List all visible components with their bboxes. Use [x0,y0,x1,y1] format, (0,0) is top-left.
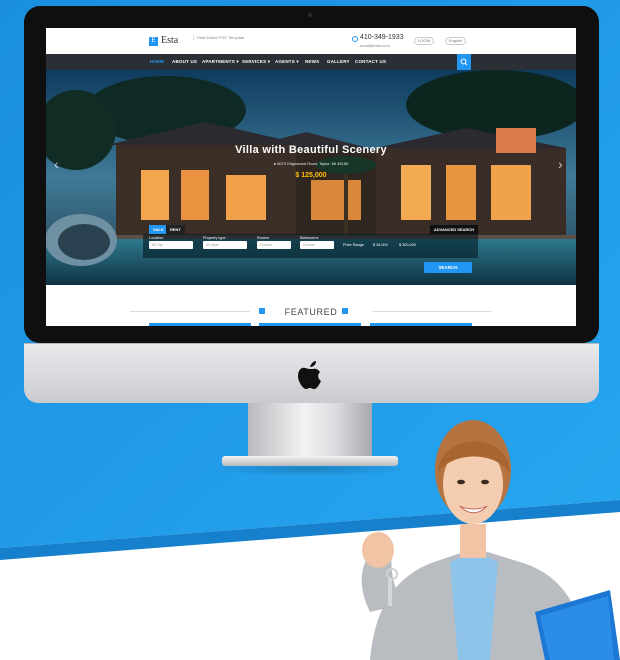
nav-search-button[interactable] [457,54,471,70]
property-type-label: Property type [203,236,226,240]
price-range-label: Price Range [343,243,364,247]
apple-logo-icon [298,361,321,389]
price-min[interactable]: $ 35,000 [373,243,388,247]
nav-item-home[interactable]: HOME [150,59,164,64]
bathrooms-select[interactable]: Choose [300,241,334,249]
agent-with-keys-photo [361,420,620,660]
site-phone[interactable]: 410-349-1933 [360,34,404,41]
search-tab-rent[interactable]: RENT [166,225,185,234]
logo-text[interactable]: Esta [161,35,178,46]
site-nav: HOME ABOUT US APARTMENTS ▾ SERVICES ▾ AG… [46,54,576,70]
featured-card[interactable] [259,323,361,326]
nav-item-about[interactable]: ABOUT US [172,59,197,64]
nav-item-services[interactable]: SERVICES ▾ [242,59,270,65]
property-type-select[interactable]: All Style [203,241,247,249]
hero-address: ● 8070 Edgewood Road, Taylor, MI 48180 [46,161,576,166]
login-button[interactable]: LOGIN [414,37,435,45]
site-email[interactable]: email@esta.com [360,43,390,48]
logo-icon[interactable]: E [149,37,158,46]
website-screen: E Esta Real Estate PSD Template 410-349-… [46,28,576,326]
nav-item-contact[interactable]: CONTACT US [355,59,386,64]
phone-icon [352,36,358,42]
price-max[interactable]: $ 300,000 [399,243,416,247]
search-tab-sale[interactable]: SALE [149,225,168,234]
featured-divider-right [372,311,492,312]
hero-price: $ 125,000 [295,172,327,179]
nav-item-apartments[interactable]: APARTMENTS ▾ [202,59,239,65]
camera-dot [308,13,312,17]
nav-item-news[interactable]: NEWS [305,59,319,64]
site-topbar: E Esta Real Estate PSD Template 410-349-… [46,28,576,54]
search-panel: Location All City Property type All Styl… [143,234,478,258]
search-button[interactable]: SEARCH [424,262,472,273]
advanced-search-button[interactable]: ADVANCED SEARCH [430,225,478,234]
featured-heading: FEATURED [284,307,338,317]
featured-card[interactable] [370,323,472,326]
rooms-select[interactable]: Choose [257,241,291,249]
nav-item-agents[interactable]: AGENTS ▾ [275,59,299,65]
search-icon [460,58,468,66]
featured-card[interactable] [149,323,251,326]
hero-address-text: 8070 Edgewood Road, Taylor, MI 48180 [277,161,349,166]
language-select[interactable]: English [445,37,467,45]
site-tagline: Real Estate PSD Template [193,35,263,40]
location-label: Location [149,236,164,240]
bathrooms-label: Bathrooms [300,236,319,240]
hero-title: Villa with Beautiful Scenery [235,144,387,156]
rooms-label: Rooms [257,236,270,240]
nav-item-gallery[interactable]: GALLERY [327,59,350,64]
promo-stage: E Esta Real Estate PSD Template 410-349-… [0,0,620,660]
pin-icon: ● [273,161,277,166]
location-select[interactable]: All City [149,241,193,249]
featured-marker-right [342,308,348,314]
